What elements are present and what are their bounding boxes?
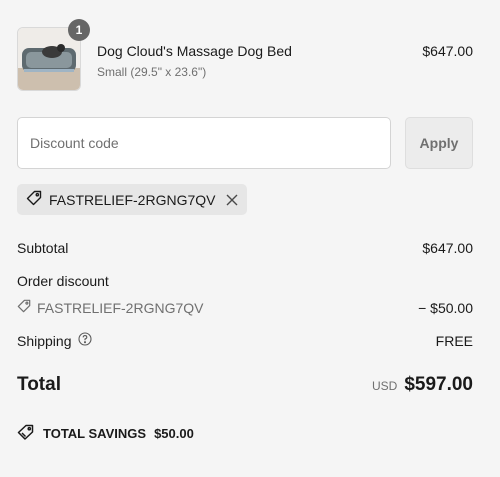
shipping-value: FREE (435, 332, 473, 349)
order-discount-code-row: FASTRELIEF-2RGNG7QV − $50.00 (17, 299, 473, 316)
tag-icon (17, 424, 35, 443)
product-price: $647.00 (422, 43, 473, 59)
tag-icon (17, 299, 31, 316)
order-discount-value: − $50.00 (418, 299, 473, 316)
applied-code-label: FASTRELIEF-2RGNG7QV (49, 191, 216, 208)
shipping-label: Shipping (17, 332, 72, 349)
total-value: $597.00 (404, 374, 473, 395)
applied-discount-chip: FASTRELIEF-2RGNG7QV (17, 184, 248, 215)
product-name: Dog Cloud's Massage Dog Bed (97, 43, 292, 59)
subtotal-value: $647.00 (422, 240, 473, 256)
order-discount-row: Order discount (17, 273, 473, 289)
quantity-badge: 1 (68, 19, 90, 41)
order-discount-label: Order discount (17, 273, 109, 289)
savings-label: TOTAL SAVINGS (43, 426, 147, 441)
close-icon[interactable] (226, 194, 238, 206)
help-circle-icon[interactable] (77, 332, 92, 349)
total-savings: TOTAL SAVINGS $50.00 (17, 424, 194, 443)
subtotal-row: Subtotal $647.00 (17, 240, 473, 256)
discount-code-input[interactable] (17, 117, 391, 169)
subtotal-label: Subtotal (17, 240, 69, 256)
total-row: Total USD $597.00 (17, 374, 473, 396)
apply-button[interactable]: Apply (405, 117, 473, 169)
product-variant: Small (29.5" x 23.6") (97, 65, 207, 79)
tag-icon (26, 190, 42, 209)
currency-code: USD (371, 379, 398, 393)
savings-value: $50.00 (154, 426, 194, 441)
shipping-row: Shipping FREE (17, 332, 473, 349)
order-discount-code: FASTRELIEF-2RGNG7QV (37, 299, 204, 316)
total-label: Total (17, 374, 61, 395)
line-item: 1 Dog Cloud's Massage Dog Bed Small (29.… (17, 19, 473, 91)
